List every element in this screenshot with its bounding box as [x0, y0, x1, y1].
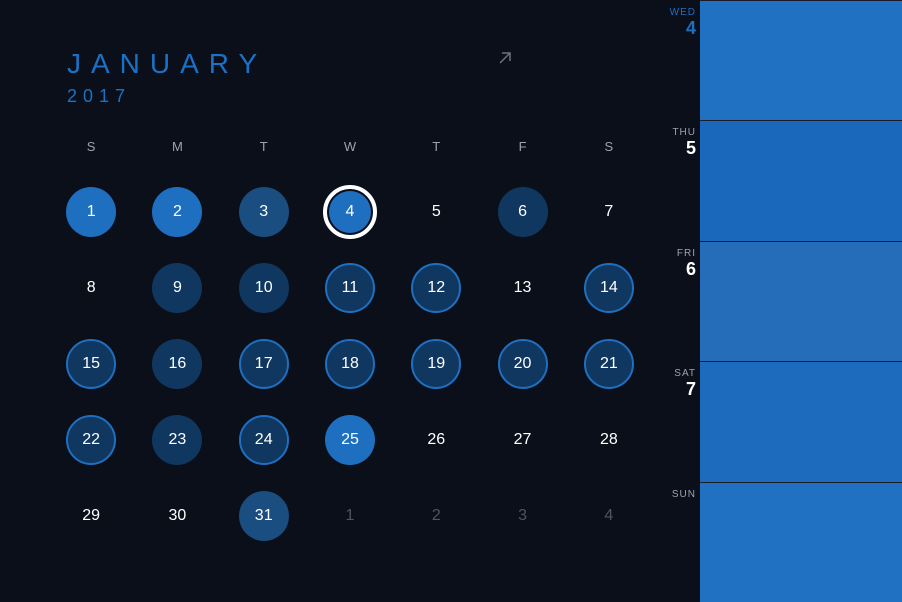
- day-grid: 1234567891011121314151617181920212223242…: [0, 154, 700, 554]
- weekday-label: S: [566, 139, 652, 154]
- day-cell[interactable]: 11: [325, 263, 375, 313]
- agenda-event-block[interactable]: [700, 483, 902, 602]
- agenda-label: WED4: [656, 7, 696, 39]
- day-cell[interactable]: 9: [152, 263, 202, 313]
- day-cell[interactable]: 24: [239, 415, 289, 465]
- day-cell[interactable]: 14: [584, 263, 634, 313]
- agenda-dow: SUN: [656, 489, 696, 500]
- day-cell[interactable]: 3: [239, 187, 289, 237]
- day-cell[interactable]: 15: [66, 339, 116, 389]
- agenda-label: SUN: [656, 489, 696, 500]
- day-cell[interactable]: 10: [239, 263, 289, 313]
- day-cell[interactable]: 23: [152, 415, 202, 465]
- weekday-label: W: [307, 139, 393, 154]
- day-cell[interactable]: 17: [239, 339, 289, 389]
- weekday-label: T: [393, 139, 479, 154]
- day-cell[interactable]: 16: [152, 339, 202, 389]
- agenda-dow: WED: [656, 7, 696, 18]
- day-cell[interactable]: 2: [152, 187, 202, 237]
- weekday-label: S: [48, 139, 134, 154]
- agenda-event-block[interactable]: [700, 121, 902, 240]
- month-title: JANUARY: [67, 48, 700, 80]
- agenda-label: FRI6: [656, 248, 696, 280]
- day-cell[interactable]: 8: [66, 263, 116, 313]
- day-cell[interactable]: 22: [66, 415, 116, 465]
- agenda-dow: THU: [656, 127, 696, 138]
- year-title: 2017: [67, 86, 700, 107]
- day-cell[interactable]: 1: [66, 187, 116, 237]
- day-cell[interactable]: 31: [239, 491, 289, 541]
- agenda-label: SAT7: [656, 368, 696, 400]
- agenda-dow: SAT: [656, 368, 696, 379]
- expand-arrow-icon[interactable]: [495, 48, 515, 74]
- day-cell[interactable]: 2: [411, 491, 461, 541]
- day-cell[interactable]: 4: [584, 491, 634, 541]
- day-cell[interactable]: 1: [325, 491, 375, 541]
- day-cell[interactable]: 18: [325, 339, 375, 389]
- day-cell[interactable]: 21: [584, 339, 634, 389]
- agenda-label: THU5: [656, 127, 696, 159]
- day-cell[interactable]: 7: [584, 187, 634, 237]
- weekday-row: S M T W T F S: [0, 107, 700, 154]
- agenda-sidebar: WED4THU5FRI6SAT7SUN: [700, 0, 902, 602]
- day-cell[interactable]: 3: [498, 491, 548, 541]
- agenda-date: 6: [656, 259, 696, 280]
- day-cell[interactable]: 13: [498, 263, 548, 313]
- agenda-dow: FRI: [656, 248, 696, 259]
- agenda-item[interactable]: THU5: [700, 120, 902, 240]
- day-cell[interactable]: 12: [411, 263, 461, 313]
- agenda-item[interactable]: WED4: [700, 0, 902, 120]
- day-cell[interactable]: 20: [498, 339, 548, 389]
- day-cell[interactable]: 27: [498, 415, 548, 465]
- agenda-item[interactable]: SUN: [700, 482, 902, 602]
- calendar-header: JANUARY 2017: [0, 0, 700, 107]
- agenda-date: 7: [656, 379, 696, 400]
- day-cell[interactable]: 6: [498, 187, 548, 237]
- day-cell[interactable]: 25: [325, 415, 375, 465]
- day-cell[interactable]: 4: [323, 185, 377, 239]
- day-cell[interactable]: 28: [584, 415, 634, 465]
- weekday-label: F: [479, 139, 565, 154]
- day-cell[interactable]: 30: [152, 491, 202, 541]
- agenda-item[interactable]: FRI6: [700, 241, 902, 361]
- day-cell[interactable]: 26: [411, 415, 461, 465]
- day-cell[interactable]: 19: [411, 339, 461, 389]
- agenda-event-block[interactable]: [700, 1, 902, 120]
- agenda-event-block[interactable]: [700, 362, 902, 481]
- agenda-date: 5: [656, 138, 696, 159]
- agenda-item[interactable]: SAT7: [700, 361, 902, 481]
- agenda-date: 4: [656, 18, 696, 39]
- day-cell[interactable]: 5: [411, 187, 461, 237]
- weekday-label: T: [221, 139, 307, 154]
- calendar-panel: JANUARY 2017 S M T W T F S 1234567891011…: [0, 0, 700, 602]
- weekday-label: M: [134, 139, 220, 154]
- agenda-event-block[interactable]: [700, 242, 902, 361]
- day-cell[interactable]: 29: [66, 491, 116, 541]
